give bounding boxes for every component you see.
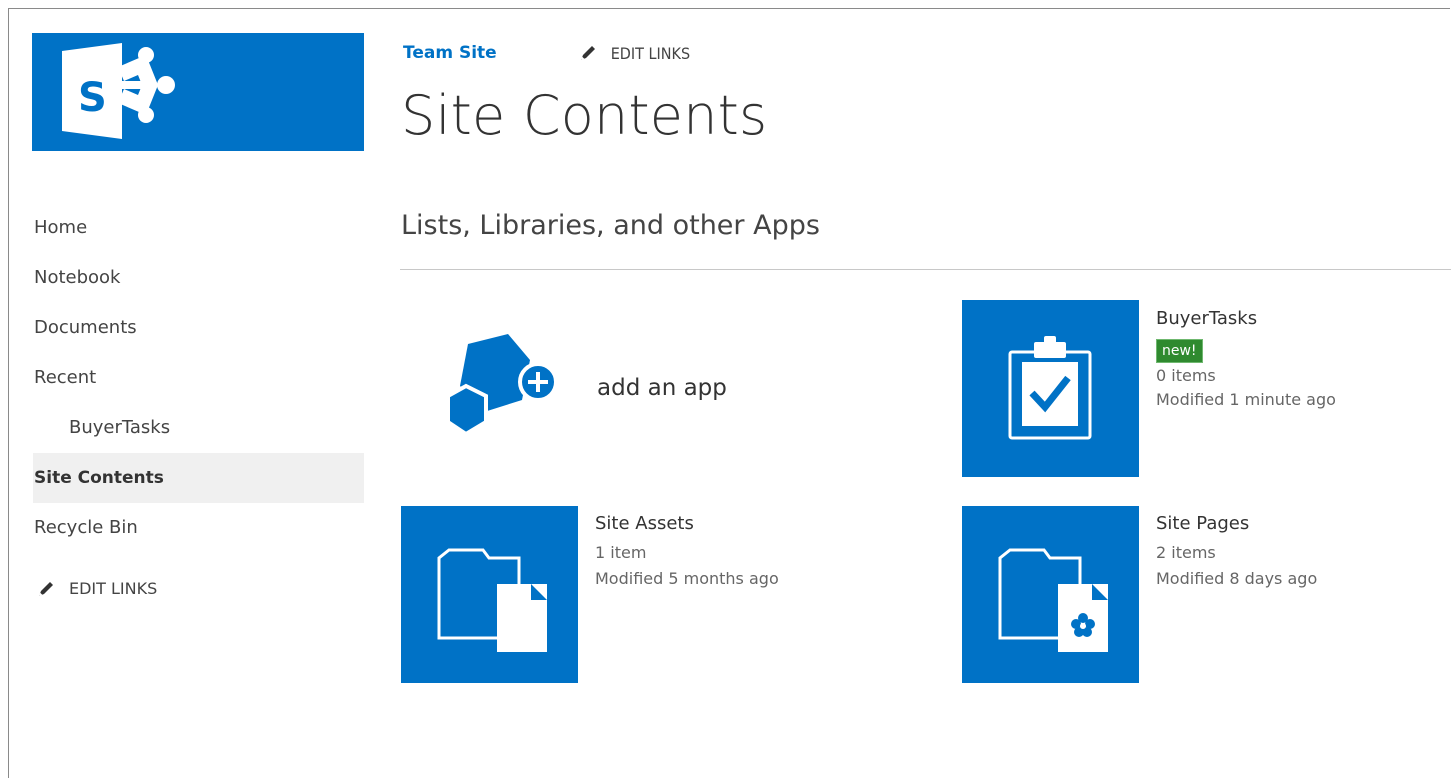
ql-item-buyertasks[interactable]: BuyerTasks xyxy=(33,403,364,453)
app-count-site-assets: 1 item xyxy=(595,543,647,562)
app-count-buyertasks: 0 items xyxy=(1156,366,1216,385)
ql-item-recycle-bin[interactable]: Recycle Bin xyxy=(33,503,364,553)
edit-links-top-button[interactable]: EDIT LINKS xyxy=(579,44,690,63)
app-tile-buyertasks[interactable] xyxy=(962,300,1139,477)
add-app-label[interactable]: add an app xyxy=(597,375,727,401)
app-tile-site-assets[interactable] xyxy=(401,506,578,683)
edit-links-quicklaunch-button[interactable]: EDIT LINKS xyxy=(33,579,364,598)
ql-item-site-contents[interactable]: Site Contents xyxy=(33,453,364,503)
app-count-site-pages: 2 items xyxy=(1156,543,1216,562)
section-divider xyxy=(400,269,1451,270)
app-info-site-assets: Site Assets 1 item Modified 5 months ago xyxy=(595,513,779,592)
edit-links-top-label: EDIT LINKS xyxy=(610,43,691,63)
clipboard-check-icon xyxy=(1008,336,1092,440)
app-modified-site-pages: Modified 8 days ago xyxy=(1156,569,1318,588)
app-name-buyertasks[interactable]: BuyerTasks xyxy=(1156,308,1336,329)
app-tile-site-pages[interactable] xyxy=(962,506,1139,683)
site-title-link[interactable]: Team Site xyxy=(403,43,497,63)
app-info-buyertasks: BuyerTasks new! 0 items Modified 1 minut… xyxy=(1156,308,1336,413)
quick-launch: Home Notebook Documents Recent BuyerTask… xyxy=(33,203,364,598)
pencil-icon xyxy=(580,46,595,60)
page-title: Site Contents xyxy=(401,84,768,147)
section-title: Lists, Libraries, and other Apps xyxy=(401,210,820,241)
ql-item-home[interactable]: Home xyxy=(33,203,364,253)
folder-document-icon xyxy=(437,548,547,652)
top-navigation: Team Site EDIT LINKS xyxy=(403,43,690,63)
app-info-site-pages: Site Pages 2 items Modified 8 days ago xyxy=(1156,513,1317,592)
app-modified-site-assets: Modified 5 months ago xyxy=(595,569,779,588)
app-name-site-assets[interactable]: Site Assets xyxy=(595,513,779,534)
ql-item-documents[interactable]: Documents xyxy=(33,303,364,353)
sharepoint-logo-icon: S xyxy=(62,43,175,139)
add-app-icon xyxy=(446,334,558,437)
app-modified-buyertasks: Modified 1 minute ago xyxy=(1156,390,1336,409)
ql-item-notebook[interactable]: Notebook xyxy=(33,253,364,303)
sharepoint-logo[interactable]: S xyxy=(32,33,364,151)
new-badge: new! xyxy=(1156,339,1203,363)
add-app-tile[interactable] xyxy=(430,330,565,454)
svg-text:S: S xyxy=(78,75,107,121)
pencil-icon xyxy=(39,581,53,596)
ql-item-recent[interactable]: Recent xyxy=(33,353,364,403)
folder-page-icon xyxy=(998,548,1108,652)
app-name-site-pages[interactable]: Site Pages xyxy=(1156,513,1317,534)
edit-links-quicklaunch-label: EDIT LINKS xyxy=(69,579,158,598)
